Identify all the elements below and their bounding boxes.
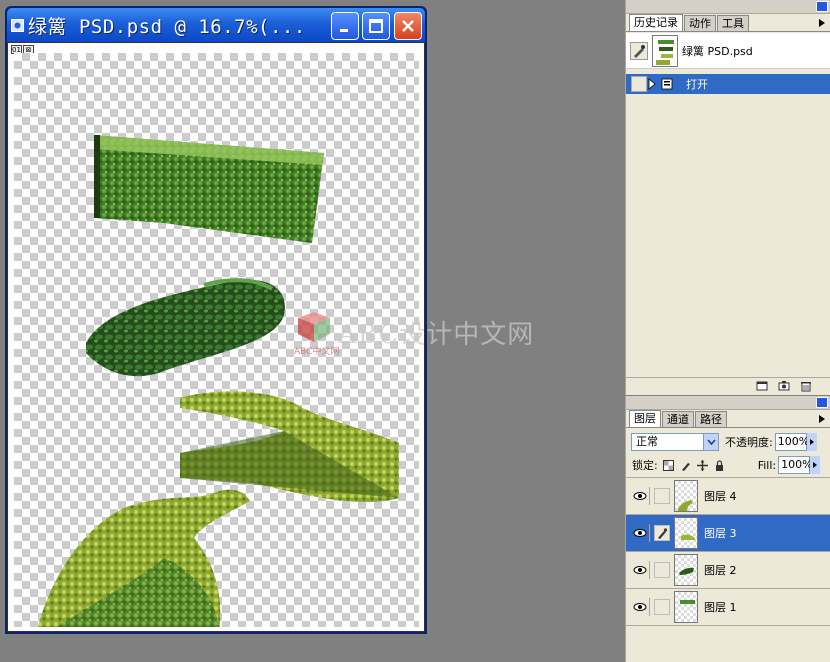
opacity-label: 不透明度:: [725, 436, 773, 449]
paintbrush-icon[interactable]: [654, 525, 670, 541]
history-list: [626, 94, 830, 374]
lock-fill-row: 锁定: Fill: 100%: [626, 455, 830, 475]
layer-row-4[interactable]: 图层 4: [626, 478, 830, 515]
layer-name: 图层 4: [704, 490, 737, 503]
opacity-slider-arrow-icon[interactable]: [806, 433, 817, 451]
snapshot-thumbnail: [652, 34, 678, 67]
minimize-button[interactable]: [331, 12, 359, 40]
close-icon: [402, 20, 414, 32]
history-panel-tabs: 历史记录 动作 工具: [626, 14, 830, 32]
eye-icon[interactable]: [630, 487, 650, 505]
tab-channels[interactable]: 通道: [662, 411, 694, 427]
layers-panel: 图层 通道 路径 正常 不透明度: 100% 锁定: Fill: 100% 图层…: [625, 396, 830, 662]
layer-list: 图层 4 图层 3 图层 2 图层 1: [626, 477, 830, 662]
history-pointer-icon: [648, 78, 658, 90]
document-titlebar[interactable]: 绿篱 PSD.psd @ 16.7%(...: [7, 8, 425, 42]
tab-actions[interactable]: 动作: [684, 15, 716, 31]
fill-slider-arrow-icon[interactable]: [810, 456, 821, 474]
layer-link-box[interactable]: [654, 599, 670, 615]
open-document-icon: [661, 78, 673, 90]
layer-link-box[interactable]: [654, 488, 670, 504]
history-panel-close-button[interactable]: [816, 1, 828, 12]
blend-mode-select[interactable]: 正常: [631, 433, 719, 451]
lock-label: 锁定:: [632, 459, 658, 472]
minimize-icon: [340, 29, 348, 32]
layers-panel-menu-button[interactable]: [817, 413, 827, 425]
layer-row-2[interactable]: 图层 2: [626, 552, 830, 589]
layer-thumbnail: [674, 517, 698, 549]
create-snapshot-icon[interactable]: [778, 380, 790, 392]
history-panel-footer: [626, 377, 830, 393]
tab-paths[interactable]: 路径: [695, 411, 727, 427]
document-title: 绿篱 PSD.psd @ 16.7%(...: [28, 15, 306, 38]
layers-panel-close-button[interactable]: [816, 397, 828, 408]
layer-thumbnail: [674, 480, 698, 512]
layer-row-1[interactable]: 图层 1: [626, 589, 830, 626]
menu-arrow-icon: [819, 19, 825, 27]
layer-link-box[interactable]: [654, 562, 670, 578]
blend-mode-value: 正常: [636, 435, 658, 448]
lock-image-pixels-icon[interactable]: [680, 459, 692, 471]
history-panel-topbar[interactable]: [626, 0, 830, 14]
history-state-item[interactable]: 打开: [626, 74, 830, 94]
history-state-label: 打开: [686, 78, 708, 91]
history-snapshot[interactable]: 绿篱 PSD.psd: [626, 33, 830, 69]
lock-transparency-icon[interactable]: [663, 459, 675, 471]
eye-icon[interactable]: [630, 598, 650, 616]
layer-name: 图层 1: [704, 601, 737, 614]
history-panel: 历史记录 动作 工具 绿篱 PSD.psd 打开: [625, 0, 830, 395]
fill-input[interactable]: 100%: [778, 456, 813, 474]
history-source-checkbox[interactable]: [631, 76, 647, 92]
watermark-cube-icon: [298, 312, 330, 342]
lock-position-icon[interactable]: [697, 459, 709, 471]
watermark-small-text: ABC中文网: [294, 347, 340, 357]
hedge-box: [94, 135, 324, 243]
menu-arrow-icon: [819, 415, 825, 423]
lock-all-icon[interactable]: [714, 459, 726, 471]
hedge-leafy: [86, 278, 285, 377]
layers-panel-topbar[interactable]: [626, 396, 830, 410]
tab-layers[interactable]: 图层: [629, 410, 661, 427]
snapshot-name: 绿篱 PSD.psd: [682, 44, 753, 58]
history-panel-menu-button[interactable]: [817, 17, 827, 29]
blend-opacity-row: 正常 不透明度: 100%: [626, 431, 830, 453]
opacity-input[interactable]: 100%: [774, 433, 809, 451]
eye-icon[interactable]: [630, 524, 650, 542]
layer-thumbnail: [674, 554, 698, 586]
new-document-from-state-icon[interactable]: [756, 380, 768, 392]
layer-row-3[interactable]: 图层 3: [626, 515, 830, 552]
fill-label: Fill:: [757, 458, 777, 472]
layers-panel-tabs: 图层 通道 路径: [626, 410, 830, 428]
trash-icon[interactable]: [800, 380, 812, 392]
hedge-large: [37, 489, 250, 627]
maximize-button[interactable]: [362, 12, 390, 40]
maximize-icon: [369, 19, 383, 33]
watermark: ABC设计中文网 ABC中文网: [294, 308, 554, 358]
tab-tools[interactable]: 工具: [717, 15, 749, 31]
close-button[interactable]: [394, 12, 422, 40]
chevron-down-icon[interactable]: [703, 434, 718, 450]
photoshop-document-icon: [11, 18, 24, 32]
layer-thumbnail: [674, 591, 698, 623]
history-brush-icon[interactable]: [630, 41, 648, 60]
tab-history[interactable]: 历史记录: [629, 14, 683, 31]
layer-name: 图层 2: [704, 564, 737, 577]
hedge-curved: [180, 391, 399, 503]
watermark-text: ABC设计中文网: [338, 320, 535, 350]
eye-icon[interactable]: [630, 561, 650, 579]
layer-name: 图层 3: [704, 527, 737, 540]
